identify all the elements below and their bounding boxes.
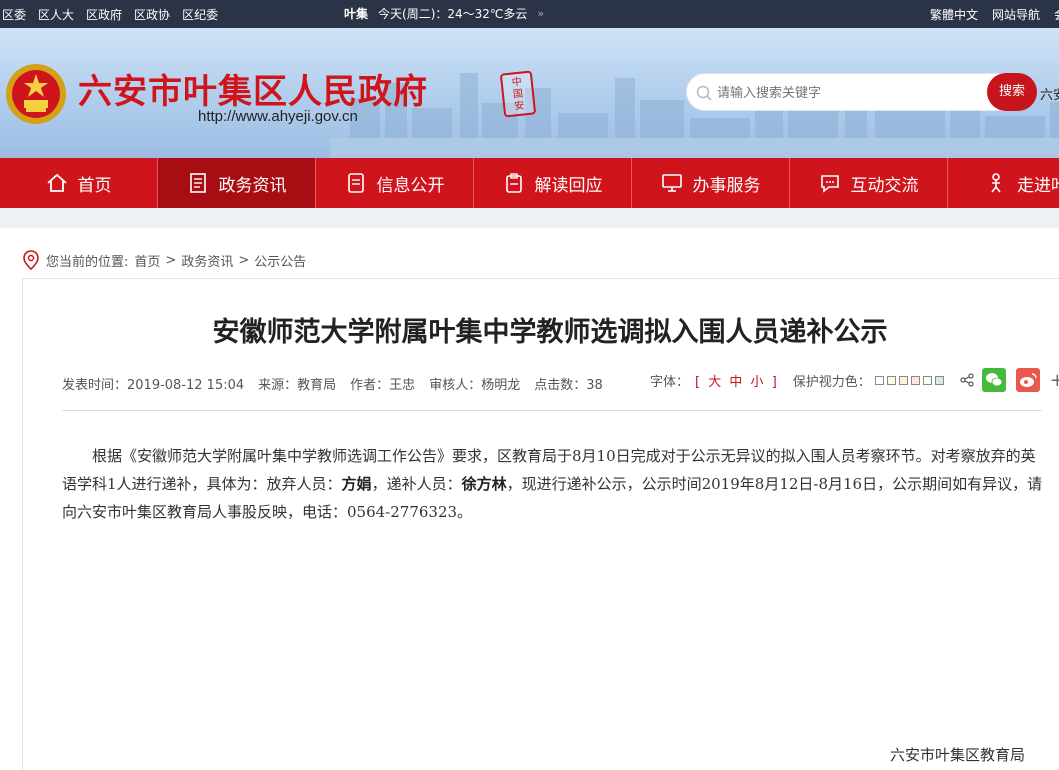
eye-care-label: 保护视力色： (792, 374, 871, 390)
article-signature: 六安市叶集区教育局 (890, 746, 1026, 764)
nav-item-services[interactable]: 办事服务 (632, 158, 790, 208)
font-bracket-close: ] (771, 374, 777, 390)
search-box (686, 73, 1036, 111)
nav-item-news[interactable]: 政务资讯 (158, 158, 316, 208)
home-icon (46, 173, 67, 192)
monitor-icon (661, 174, 682, 192)
breadcrumb: 您当前的位置: 首页 > 政务资讯 > 公示公告 (22, 250, 306, 270)
nav-label-interpretation: 解读回应 (534, 175, 603, 196)
search-icon (696, 85, 712, 101)
site-nav-link[interactable]: 网站导航 (992, 6, 1040, 23)
eye-care-swatch[interactable] (898, 375, 908, 385)
breadcrumb-news[interactable]: 政务资讯 (181, 251, 233, 270)
article-tools: 字体： [ 大 中 小 ] 保护视力色： + (650, 368, 1059, 392)
breadcrumb-home[interactable]: 首页 (134, 251, 160, 270)
top-link-government[interactable]: 区政府 (86, 6, 122, 23)
font-size-controls: [ 大 中 小 ] (693, 371, 779, 390)
traditional-chinese-link[interactable]: 繁體中文 (930, 6, 978, 23)
nav-item-disclosure[interactable]: 信息公开 (316, 158, 474, 208)
article-source: 来源：教育局 (258, 378, 337, 393)
section-band (0, 208, 1059, 228)
withdrawn-person: 方娟 (341, 475, 372, 493)
article-author: 作者：王忠 (350, 378, 416, 393)
wechat-share-icon[interactable] (981, 368, 1006, 392)
nav-label-home: 首页 (77, 175, 112, 196)
news-icon (189, 173, 206, 193)
top-link-npc[interactable]: 区人大 (38, 6, 74, 23)
top-links-right: 繁體中文 网站导航 会 (930, 6, 1059, 23)
site-title[interactable]: 六安市叶集区人民政府 (78, 64, 428, 113)
breadcrumb-prefix: 您当前的位置: (46, 254, 129, 270)
nav-label-news: 政务资讯 (218, 175, 287, 196)
weather-widget: 叶集 今天(周二)：24～32℃多云 » (344, 5, 544, 22)
click-count: 点击数：38 (534, 378, 603, 393)
member-link[interactable]: 会 (1054, 6, 1059, 23)
eye-care-swatches (874, 375, 944, 385)
document-icon (347, 173, 364, 193)
font-size-label: 字体： (650, 374, 690, 390)
article-meta: 发表时间：2019-08-12 15:04 来源：教育局 作者：王忠 审核人：杨… (62, 374, 603, 393)
nav-item-interaction[interactable]: 互动交流 (790, 158, 948, 208)
nav-item-about[interactable]: 走进叶 (948, 158, 1059, 208)
article-reviewer: 审核人：杨明龙 (429, 378, 521, 393)
search-extra-link[interactable]: 六安 (1040, 84, 1059, 103)
nav-label-disclosure: 信息公开 (376, 175, 445, 196)
eye-care-swatch[interactable] (886, 375, 896, 385)
nav-label-about: 走进叶 (1017, 175, 1059, 196)
breadcrumb-separator: > (238, 252, 250, 268)
search-input[interactable] (717, 82, 977, 104)
top-links-left: 区委 区人大 区政府 区政协 区纪委 (2, 6, 218, 23)
site-url: http://www.ahyeji.gov.cn (198, 108, 358, 125)
font-size-medium[interactable]: 中 (729, 375, 742, 390)
weather-more-icon[interactable]: » (537, 7, 544, 20)
location-pin-icon (23, 250, 39, 270)
eye-care-swatch[interactable] (922, 375, 932, 385)
more-share-icon[interactable]: + (1050, 370, 1059, 391)
body-text-part2: ，递补人员： (371, 475, 462, 493)
eye-care-swatch[interactable] (910, 375, 920, 385)
publish-time: 发表时间：2019-08-12 15:04 (62, 378, 245, 393)
nav-item-interpretation[interactable]: 解读回应 (474, 158, 632, 208)
article-title: 安徽师范大学附属叶集中学教师选调拟入围人员递补公示 (212, 317, 888, 348)
weather-text: 今天(周二)：24～32℃多云 (378, 7, 528, 21)
search-button[interactable]: 搜索 (987, 73, 1037, 111)
top-link-discipline[interactable]: 区纪委 (182, 6, 218, 23)
clipboard-icon (505, 173, 522, 193)
nav-label-interaction: 互动交流 (850, 175, 919, 196)
breadcrumb-announcements[interactable]: 公示公告 (254, 251, 306, 270)
nav-item-home[interactable]: 首页 (0, 158, 158, 208)
national-emblem-icon (6, 64, 66, 124)
meta-divider (62, 410, 1042, 411)
font-size-large[interactable]: 大 (708, 375, 721, 390)
replacement-person: 徐方林 (461, 475, 507, 493)
person-icon (991, 173, 1001, 193)
top-link-cppcc[interactable]: 区政协 (134, 6, 170, 23)
font-size-small[interactable]: 小 (751, 375, 764, 390)
breadcrumb-separator: > (165, 252, 177, 268)
eye-care-swatch[interactable] (874, 375, 884, 385)
chat-icon (820, 175, 839, 193)
share-icon[interactable] (960, 373, 974, 387)
seal-logo: 中国安 (499, 70, 537, 118)
header-banner: 六安市叶集区人民政府 http://www.ahyeji.gov.cn 中国安 … (0, 28, 1059, 158)
main-nav: 首页 政务资讯 信息公开 解读回应 办事服务 互动交流 走进叶 (0, 158, 1059, 208)
top-link-district-committee[interactable]: 区委 (2, 6, 26, 23)
eye-care-swatch[interactable] (934, 375, 944, 385)
font-bracket-open: [ (695, 374, 701, 390)
nav-label-services: 办事服务 (692, 175, 761, 196)
article-body: 根据《安徽师范大学附属叶集中学教师选调工作公告》要求，区教育局于8月10日完成对… (62, 442, 1047, 526)
weibo-share-icon[interactable] (1015, 368, 1040, 392)
top-bar: 区委 区人大 区政府 区政协 区纪委 叶集 今天(周二)：24～32℃多云 » … (0, 0, 1059, 28)
weather-city: 叶集 (344, 7, 369, 21)
